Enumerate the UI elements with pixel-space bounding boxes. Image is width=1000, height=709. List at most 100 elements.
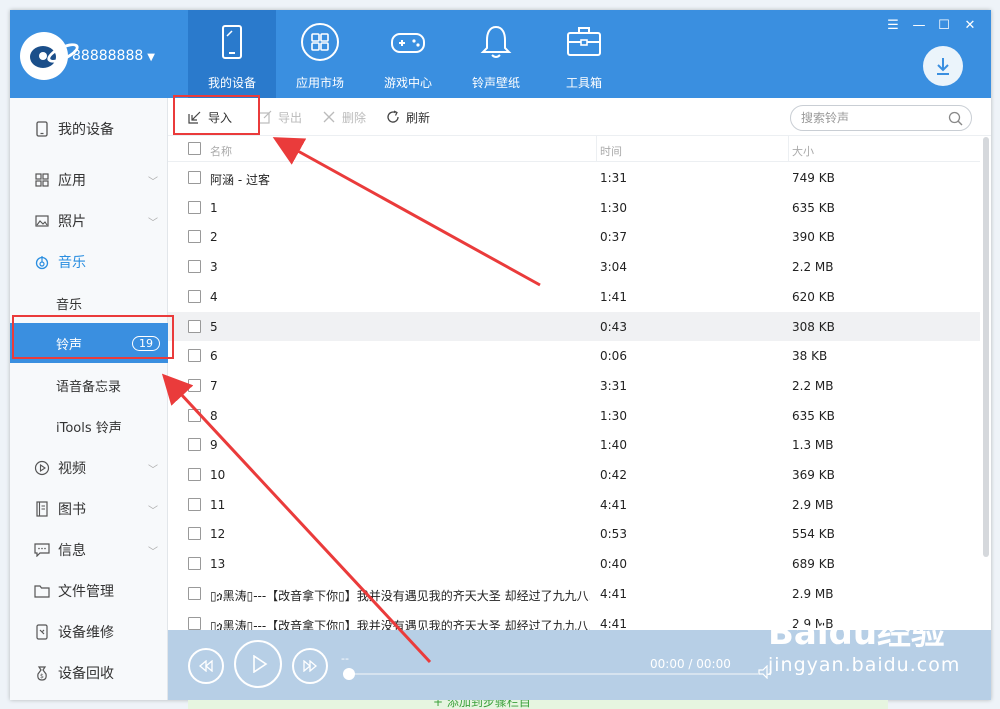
table-row[interactable]: 9 1:40 1.3 MB (168, 430, 980, 460)
row-time: 3:31 (600, 378, 627, 393)
tab-app-market[interactable]: 应用市场 (276, 10, 364, 98)
row-checkbox[interactable] (188, 378, 201, 392)
row-name: 6 (210, 349, 218, 364)
row-checkbox[interactable] (188, 616, 201, 630)
table-row[interactable]: 7 3:31 2.2 MB (168, 371, 980, 401)
select-all-checkbox[interactable] (188, 142, 201, 155)
row-checkbox[interactable] (188, 319, 201, 333)
sidebar-item-label: 信息 (58, 543, 86, 559)
table-row[interactable]: 10 0:42 369 KB (168, 460, 980, 490)
progress-knob[interactable] (343, 668, 355, 680)
row-checkbox[interactable] (188, 349, 201, 363)
tab-game-center[interactable]: 游戏中心 (364, 10, 452, 98)
table-row[interactable]: 11 4:41 2.9 MB (168, 490, 980, 520)
toolbox-icon (567, 27, 601, 56)
refresh-button[interactable]: 刷新 (386, 108, 430, 126)
play-icon (253, 655, 268, 673)
close-button[interactable]: ✕ (960, 18, 980, 33)
book-icon (34, 501, 50, 517)
previous-button[interactable] (188, 648, 224, 684)
tab-toolbox[interactable]: 工具箱 (540, 10, 628, 98)
bell-icon (480, 25, 512, 58)
sidebar-item-messages[interactable]: 信息 ﹀ (10, 530, 168, 570)
row-checkbox[interactable] (188, 527, 201, 541)
column-divider[interactable] (596, 136, 597, 162)
row-checkbox[interactable] (188, 260, 201, 274)
table-row[interactable]: 5 0:43 308 KB (168, 311, 980, 342)
row-size: 369 KB (792, 468, 835, 482)
delete-button[interactable]: 删除 (322, 108, 366, 126)
search-icon[interactable] (948, 111, 963, 126)
main-nav: 我的设备 应用市场 游戏中心 铃声壁纸 工具箱 (188, 10, 628, 98)
column-divider[interactable] (788, 136, 789, 162)
caret-down-icon: ▼ (147, 52, 155, 63)
sidebar-item-device-repair[interactable]: 设备维修 (10, 612, 168, 652)
download-button[interactable] (923, 46, 963, 86)
list-scrollbar[interactable] (983, 137, 989, 557)
table-row[interactable]: 13 0:40 689 KB (168, 549, 980, 579)
export-button[interactable]: 导出 (258, 108, 302, 126)
tablet-icon (222, 25, 242, 59)
sidebar-item-file-manager[interactable]: 文件管理 (10, 571, 168, 611)
recycle-icon: $ (34, 665, 50, 681)
minimize-button[interactable]: — (909, 18, 929, 33)
sidebar-item-music[interactable]: 音乐 (10, 242, 168, 282)
row-checkbox[interactable] (188, 586, 201, 600)
progress-track[interactable] (348, 673, 758, 675)
sidebar-item-my-device[interactable]: 我的设备 (10, 109, 168, 149)
table-row[interactable]: 8 1:30 635 KB (168, 401, 980, 431)
row-checkbox[interactable] (188, 438, 201, 452)
table-row[interactable]: 1 1:30 635 KB (168, 193, 980, 223)
delete-icon (322, 110, 336, 124)
maximize-button[interactable]: ☐ (934, 18, 954, 33)
table-row[interactable]: 阿涵 - 过客 1:31 749 KB (168, 163, 980, 193)
search-input[interactable] (801, 110, 941, 126)
column-header-name[interactable]: 名称 (210, 143, 232, 159)
ringtone-list: 阿涵 - 过客 1:31 749 KB 1 1:30 635 KB 2 0:37 390 K… (168, 163, 980, 631)
row-checkbox[interactable] (188, 289, 201, 303)
menu-icon[interactable]: ☰ (883, 18, 903, 33)
photo-icon (34, 213, 50, 229)
table-row[interactable]: 2 0:37 390 KB (168, 222, 980, 252)
row-size: 689 KB (792, 557, 835, 572)
column-header-size[interactable]: 大小 (792, 143, 814, 159)
refresh-icon (386, 110, 400, 124)
row-checkbox[interactable] (188, 200, 201, 214)
row-checkbox[interactable] (188, 408, 201, 422)
sidebar-item-video[interactable]: 视频 ﹀ (10, 448, 168, 488)
sidebar-item-label: 音乐 (58, 255, 86, 271)
row-time: 4:41 (600, 616, 627, 631)
itools-window: 88888888 ▼ 我的设备 应用市场 游戏中心 铃声壁纸 工具箱 ☰ — ☐… (10, 10, 991, 700)
next-button[interactable] (292, 648, 328, 684)
table-row[interactable]: 4 1:41 620 KB (168, 282, 980, 312)
row-size: 635 KB (792, 200, 835, 215)
playback-time: 00:00 / 00:00 (650, 657, 731, 671)
column-header-time[interactable]: 时间 (600, 143, 622, 159)
sidebar-sub-voice-memos[interactable]: 语音备忘录 (10, 365, 168, 405)
sidebar-item-books[interactable]: 图书 ﹀ (10, 489, 168, 529)
row-checkbox[interactable] (188, 468, 201, 481)
account-dropdown[interactable]: 88888888 ▼ (72, 48, 155, 64)
table-row[interactable]: 6 0:06 38 KB (168, 341, 980, 371)
folder-icon (34, 583, 50, 599)
row-checkbox[interactable] (188, 171, 201, 184)
row-checkbox[interactable] (188, 557, 201, 571)
table-row[interactable]: 12 0:53 554 KB (168, 519, 980, 549)
play-button[interactable] (234, 640, 282, 688)
tab-ringtone-wallpaper[interactable]: 铃声壁纸 (452, 10, 540, 98)
sidebar-item-photos[interactable]: 照片 ﹀ (10, 201, 168, 241)
row-checkbox[interactable] (188, 497, 201, 511)
sidebar-sub-itools-ringtones[interactable]: iTools 铃声 (10, 406, 168, 446)
fast-forward-icon (303, 660, 318, 672)
table-row[interactable]: 3 3:04 2.2 MB (168, 252, 980, 282)
sidebar-item-label: 视频 (58, 461, 86, 477)
sidebar-sub-label: 语音备忘录 (56, 379, 122, 395)
tab-my-device[interactable]: 我的设备 (188, 10, 276, 98)
row-name: 13 (210, 557, 226, 572)
sidebar-item-device-recycle[interactable]: $ 设备回收 (10, 653, 168, 693)
chevron-down-icon: ﹀ (148, 464, 158, 476)
row-checkbox[interactable] (188, 230, 201, 244)
row-time: 4:41 (600, 586, 627, 601)
sidebar-item-apps[interactable]: 应用 ﹀ (10, 160, 168, 200)
row-time: 1:41 (600, 289, 627, 304)
